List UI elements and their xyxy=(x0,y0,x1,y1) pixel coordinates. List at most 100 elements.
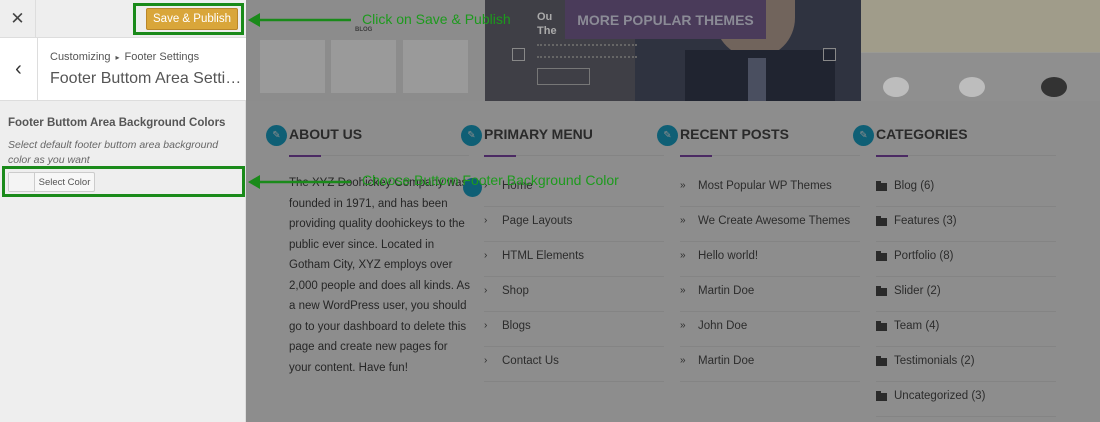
category-item-label: Slider (2) xyxy=(894,285,941,297)
close-button[interactable]: ✕ xyxy=(0,0,36,38)
category-item[interactable]: Uncategorized (3) xyxy=(876,382,1056,417)
save-button-highlight xyxy=(133,3,244,35)
hero-heading-line-1: Ou xyxy=(537,11,553,23)
widget-divider-accent xyxy=(876,155,908,157)
widget-title: RECENT POSTS xyxy=(680,126,789,142)
section-title: Footer Buttom Area Settings xyxy=(50,70,242,87)
hero-view-button[interactable] xyxy=(537,68,590,85)
folder-icon xyxy=(876,180,894,194)
category-item-label: Blog (6) xyxy=(894,180,935,192)
double-chevron-right-icon: » xyxy=(680,215,686,226)
chevron-right-icon: › xyxy=(484,320,488,331)
slider-next-icon[interactable] xyxy=(823,48,836,61)
widget-title: PRIMARY MENU xyxy=(484,126,593,142)
product-thumbnail xyxy=(883,77,909,97)
pencil-icon: ✎ xyxy=(266,125,287,146)
category-item[interactable]: Testimonials (2) xyxy=(876,347,1056,382)
select-color-button[interactable]: Select Color xyxy=(8,172,95,192)
hero-text-lines xyxy=(537,44,637,58)
category-item-label: Uncategorized (3) xyxy=(894,390,986,402)
chevron-left-icon: ‹ xyxy=(15,58,22,80)
post-item[interactable]: » Hello world! xyxy=(680,242,860,277)
post-item-label: Martin Doe xyxy=(698,355,755,367)
widget-divider-accent xyxy=(680,155,712,157)
menu-item-label: Shop xyxy=(502,285,529,297)
recent-posts-list: » Most Popular WP Themes » We Create Aweso… xyxy=(680,172,860,382)
category-item-label: Testimonials (2) xyxy=(894,355,975,367)
section-header: ‹ Customizing ▸ Footer Settings Footer But… xyxy=(0,38,246,101)
slider-prev-icon[interactable] xyxy=(512,48,525,61)
about-us-text: The XYZ Doohickey Company was founded in… xyxy=(289,177,470,374)
save-annotation-text: Click on Save & Publish xyxy=(362,11,511,27)
double-chevron-right-icon: » xyxy=(680,285,686,296)
color-annotation-arrow xyxy=(248,175,351,189)
folder-icon xyxy=(876,250,894,264)
hero-image-tie xyxy=(748,58,766,101)
menu-item[interactable]: › Shop xyxy=(484,277,664,312)
pencil-icon: ✎ xyxy=(461,125,482,146)
menu-item-label: Page Layouts xyxy=(502,215,573,227)
product-thumbnail xyxy=(959,77,985,97)
post-item[interactable]: » Martin Doe xyxy=(680,277,860,312)
close-icon: ✕ xyxy=(10,9,25,28)
breadcrumb-item: Customizing xyxy=(50,51,111,63)
chevron-right-icon: › xyxy=(484,250,488,261)
menu-item-label: Contact Us xyxy=(502,355,559,367)
banner-shop-panel xyxy=(861,0,1100,101)
breadcrumb: Customizing ▸ Footer Settings xyxy=(50,51,199,63)
double-chevron-right-icon: » xyxy=(680,320,686,331)
control-title: Footer Buttom Area Background Colors xyxy=(8,117,226,129)
folder-icon xyxy=(876,390,894,404)
widget-title: CATEGORIES xyxy=(876,126,968,142)
color-swatch xyxy=(9,173,35,191)
menu-item[interactable]: › HTML Elements xyxy=(484,242,664,277)
menu-item[interactable]: › Contact Us xyxy=(484,347,664,382)
pencil-icon: ✎ xyxy=(657,125,678,146)
double-chevron-right-icon: » xyxy=(680,250,686,261)
folder-icon xyxy=(876,215,894,229)
post-item[interactable]: » John Doe xyxy=(680,312,860,347)
pencil-icon: ✎ xyxy=(853,125,874,146)
post-item[interactable]: » Most Popular WP Themes xyxy=(680,172,860,207)
widget-divider-accent xyxy=(289,155,321,157)
category-item[interactable]: Team (4) xyxy=(876,312,1056,347)
post-item[interactable]: » We Create Awesome Themes xyxy=(680,207,860,242)
post-item-label: We Create Awesome Themes xyxy=(698,215,851,227)
post-item[interactable]: » Martin Doe xyxy=(680,347,860,382)
post-item-label: Most Popular WP Themes xyxy=(698,180,832,192)
chevron-right-icon: › xyxy=(484,355,488,366)
category-item-label: Features (3) xyxy=(894,215,957,227)
category-item-label: Portfolio (8) xyxy=(894,250,954,262)
back-button[interactable]: ‹ xyxy=(0,38,38,101)
blog-label: BLOG xyxy=(355,27,373,33)
category-item-label: Team (4) xyxy=(894,320,940,332)
menu-item-label: HTML Elements xyxy=(502,250,585,262)
category-item[interactable]: Blog (6) xyxy=(876,172,1056,207)
category-item[interactable]: Slider (2) xyxy=(876,277,1056,312)
breadcrumb-separator-icon: ▸ xyxy=(115,53,120,62)
folder-icon xyxy=(876,320,894,334)
blog-thumbnail xyxy=(331,40,396,93)
select-color-label: Select Color xyxy=(38,176,91,188)
post-item-label: Martin Doe xyxy=(698,285,755,297)
blog-thumbnail xyxy=(260,40,325,93)
color-annotation-text: Choose Buttom Footer Background Color xyxy=(362,172,619,188)
primary-menu-list: › Home › Page Layouts › HTML Elements › Shop… xyxy=(484,172,664,382)
widget-divider-accent xyxy=(484,155,516,157)
menu-item[interactable]: › Page Layouts xyxy=(484,207,664,242)
site-preview: BLOG Ou The MORE POPULAR THEMES ✎ ABOUT … xyxy=(246,0,1100,422)
double-chevron-right-icon: » xyxy=(680,355,686,366)
customizer-sidebar: ✕ Save & Publish ‹ Customizing ▸ Footer Se… xyxy=(0,0,246,422)
post-item-label: John Doe xyxy=(698,320,748,332)
double-chevron-right-icon: » xyxy=(680,180,686,191)
categories-list: Blog (6) Features (3) Portfolio (8) Slid… xyxy=(876,172,1056,417)
product-thumbnail xyxy=(1041,77,1067,97)
folder-icon xyxy=(876,355,894,369)
chevron-right-icon: › xyxy=(484,285,488,296)
breadcrumb-item: Footer Settings xyxy=(124,51,200,63)
more-themes-button[interactable]: MORE POPULAR THEMES xyxy=(565,0,766,39)
category-item[interactable]: Portfolio (8) xyxy=(876,242,1056,277)
menu-item[interactable]: › Blogs xyxy=(484,312,664,347)
category-item[interactable]: Features (3) xyxy=(876,207,1056,242)
control-description: Select default footer buttom area backgr… xyxy=(8,139,219,166)
